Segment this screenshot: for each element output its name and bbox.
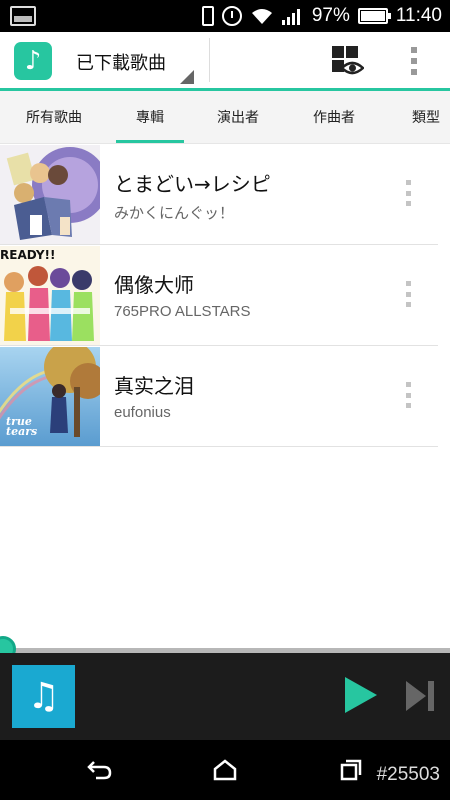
skip-next-icon[interactable]: [406, 681, 434, 711]
recent-apps-icon[interactable]: [332, 754, 368, 786]
watermark: #25503: [376, 764, 440, 785]
item-menu-icon[interactable]: [406, 281, 412, 307]
now-playing-bar[interactable]: ♫: [0, 653, 450, 740]
album-title: 真实之泪: [114, 374, 194, 398]
music-note-icon[interactable]: ♪: [14, 42, 52, 80]
list-item[interactable]: READY!! 偶像大师 765PRO ALLSTARS: [0, 245, 438, 346]
tab-albums[interactable]: 專輯: [108, 91, 192, 143]
divider: [209, 38, 210, 82]
list-item[interactable]: とまどい→レシピ みかくにんぐッ！: [0, 144, 438, 245]
album-artist: みかくにんぐッ！: [114, 205, 235, 222]
tab-all-songs[interactable]: 所有歌曲: [0, 91, 108, 143]
list-item[interactable]: true tears 真实之泪 eufonius: [0, 346, 438, 447]
tab-artists[interactable]: 演出者: [192, 91, 284, 143]
album-art: READY!!: [0, 246, 100, 345]
album-art: [0, 145, 100, 244]
status-bar: 97% 11:40: [0, 0, 450, 32]
signal-icon: [281, 7, 304, 25]
vibrate-icon: [201, 6, 214, 26]
clock: 11:40: [395, 5, 442, 26]
view-mode-icon[interactable]: [330, 44, 365, 78]
item-menu-icon[interactable]: [406, 180, 412, 206]
app-bar: ♪ 已下載歌曲: [0, 32, 450, 88]
dropdown-triangle-icon[interactable]: [180, 70, 194, 84]
alarm-icon: [221, 6, 242, 26]
screenshot-icon: [10, 6, 36, 26]
album-art-text: READY!!: [0, 248, 56, 262]
tab-genres[interactable]: 類型: [384, 91, 450, 143]
album-artist: eufonius: [114, 404, 171, 421]
album-list: とまどい→レシピ みかくにんぐッ！ READY!! 偶像大师 765PRO AL…: [0, 144, 450, 648]
battery-icon: [357, 8, 391, 24]
music-note-icon[interactable]: ♫: [12, 665, 75, 728]
battery-percent: 97%: [311, 5, 350, 26]
home-icon[interactable]: [207, 754, 243, 786]
back-icon[interactable]: [82, 754, 118, 786]
tab-bar: 所有歌曲 專輯 演出者 作曲者 類型: [0, 91, 450, 143]
tab-composers[interactable]: 作曲者: [284, 91, 384, 143]
album-art-text: true tears: [6, 415, 38, 438]
album-artist: 765PRO ALLSTARS: [114, 303, 251, 320]
system-nav-bar: #25503: [0, 740, 450, 800]
play-icon[interactable]: [345, 677, 377, 713]
album-title: 偶像大师: [114, 273, 194, 297]
overflow-menu-icon[interactable]: [410, 47, 418, 75]
wifi-icon: [250, 7, 274, 25]
item-menu-icon[interactable]: [406, 382, 412, 408]
album-title: とまどい→レシピ: [114, 172, 271, 196]
album-art: true tears: [0, 347, 100, 446]
app-title[interactable]: 已下載歌曲: [76, 49, 166, 75]
